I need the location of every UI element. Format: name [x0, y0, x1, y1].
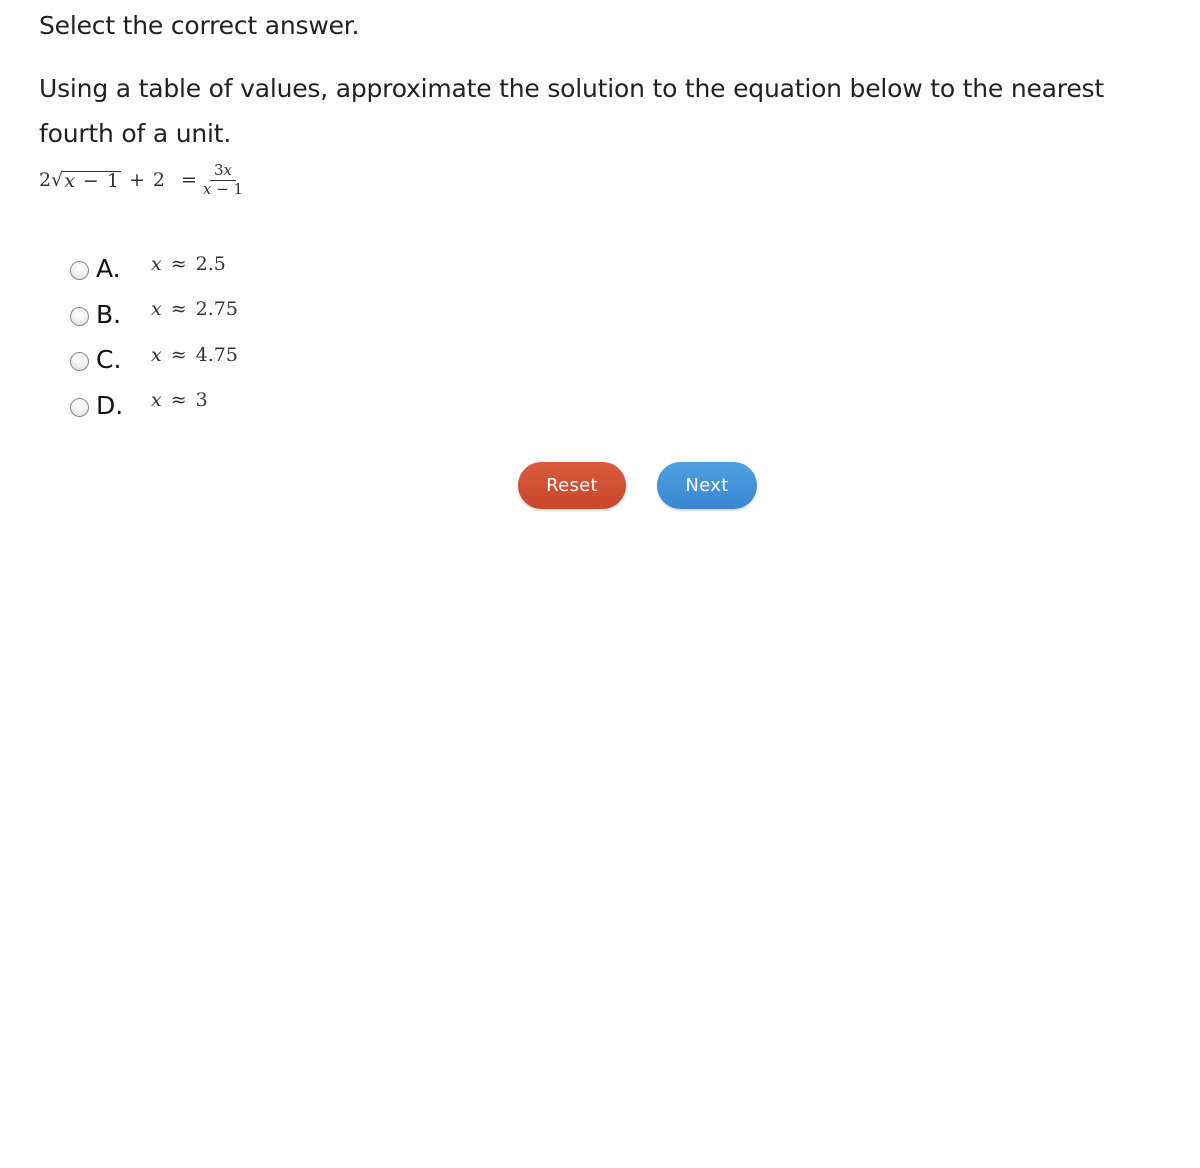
option-d[interactable]: D. x ≈ 3	[70, 383, 238, 429]
radicand-minus: −	[82, 170, 99, 192]
denominator-constant: 1	[233, 180, 244, 198]
radicand-constant: 1	[106, 170, 119, 192]
option-variable: x	[151, 252, 162, 275]
question-text: Using a table of values, approximate the…	[39, 74, 1104, 148]
equation: 2 √ x −1 + 2 = 3x x − 1	[39, 163, 243, 197]
approx-symbol: ≈	[170, 298, 187, 321]
approx-symbol: ≈	[170, 343, 187, 366]
approx-symbol: ≈	[170, 252, 187, 275]
equation-left-constant: 2	[152, 169, 165, 191]
option-letter: D.	[96, 390, 124, 420]
radio-button-a[interactable]	[70, 261, 89, 281]
radio-button-c[interactable]	[70, 352, 89, 372]
sqrt-symbol: √	[51, 169, 64, 191]
option-b[interactable]: B. x ≈ 2.75	[70, 292, 238, 338]
option-c[interactable]: C. x ≈ 4.75	[70, 337, 238, 383]
numerator-variable: x	[223, 161, 232, 179]
option-variable: x	[151, 389, 162, 412]
option-number: 3	[195, 389, 208, 412]
option-number: 4.75	[195, 343, 238, 366]
equals-sign: =	[180, 169, 197, 191]
option-letter: A.	[96, 254, 121, 284]
option-value: x ≈ 2.5	[151, 253, 226, 275]
option-variable: x	[151, 298, 162, 321]
fraction: 3x x − 1	[203, 163, 243, 197]
option-value: x ≈ 2.75	[151, 298, 238, 320]
fraction-numerator: 3x	[209, 161, 236, 181]
equation-left-coefficient: 2	[39, 169, 52, 191]
option-letter: B.	[96, 299, 122, 329]
denominator-minus: −	[216, 180, 229, 198]
radio-button-b[interactable]	[70, 306, 89, 326]
plus-sign: +	[128, 169, 145, 191]
approx-symbol: ≈	[170, 389, 187, 412]
answer-options: A. x ≈ 2.5 B. x ≈ 2.75 C. x ≈ 4.75 D. x …	[70, 246, 238, 428]
radicand-variable: x	[64, 170, 75, 192]
option-letter: C.	[96, 345, 122, 375]
option-value: x ≈ 4.75	[151, 344, 238, 366]
reset-button[interactable]: Reset	[518, 462, 626, 509]
next-button[interactable]: Next	[657, 462, 757, 509]
option-a[interactable]: A. x ≈ 2.5	[70, 246, 238, 292]
option-number: 2.5	[195, 252, 226, 275]
option-value: x ≈ 3	[151, 389, 208, 411]
radicand: x −1	[63, 171, 121, 191]
option-number: 2.75	[195, 298, 238, 321]
instruction-text: Select the correct answer.	[39, 11, 360, 40]
fraction-denominator: x − 1	[203, 181, 243, 197]
denominator-variable: x	[202, 180, 212, 198]
radio-button-d[interactable]	[70, 397, 89, 417]
option-variable: x	[151, 343, 162, 366]
square-root: √ x −1	[51, 169, 121, 191]
